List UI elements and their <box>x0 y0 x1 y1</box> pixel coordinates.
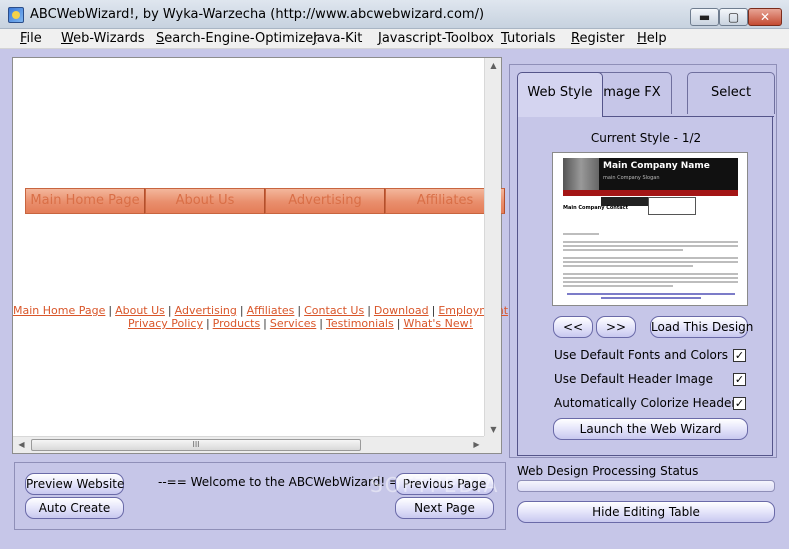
default-fonts-label: Use Default Fonts and Colors <box>554 348 729 362</box>
thumbnail-dropdown <box>648 197 696 215</box>
auto-create-button[interactable]: Auto Create <box>25 497 124 519</box>
thumbnail-photo <box>563 158 599 190</box>
preview-horizontal-scrollbar[interactable]: ◀ III ▶ <box>13 436 485 453</box>
colorize-header-label: Automatically Colorize Header <box>554 396 737 410</box>
hide-editing-table-button[interactable]: Hide Editing Table <box>517 501 775 523</box>
preview-link[interactable]: Contact Us <box>304 304 364 317</box>
next-style-button[interactable]: >> <box>596 316 636 338</box>
preview-link[interactable]: About Us <box>115 304 165 317</box>
previous-style-button[interactable]: << <box>553 316 593 338</box>
default-header-checkbox[interactable]: ✓ <box>733 373 746 386</box>
preview-link[interactable]: Testimonials <box>326 317 394 330</box>
menu-tutorials[interactable]: Tutorials <box>501 31 556 46</box>
horizontal-scroll-thumb[interactable]: III <box>31 439 361 451</box>
menu-web-wizards[interactable]: Web-Wizards <box>61 31 145 46</box>
previous-page-button[interactable]: Previous Page <box>395 473 494 495</box>
preview-nav-bar: Main Home Page About Us Advertising Affi… <box>25 188 505 214</box>
thumbnail-slogan: main Company Slogan <box>603 175 660 181</box>
menu-bar: File Web-Wizards Search-Engine-Optimizer… <box>0 29 789 49</box>
thumbnail-company-name: Main Company Name <box>603 161 710 171</box>
menu-java-kit[interactable]: Java-Kit <box>313 31 362 46</box>
preview-link[interactable]: Services <box>270 317 316 330</box>
preview-link[interactable]: Advertising <box>175 304 237 317</box>
preview-nav-advertising[interactable]: Advertising <box>265 188 385 214</box>
preview-vertical-scrollbar[interactable]: ▲ ▼ <box>484 58 501 437</box>
thumbnail-header: Main Company Name main Company Slogan <box>563 158 738 190</box>
thumbnail-body-text <box>563 233 738 289</box>
preview-nav-main-home[interactable]: Main Home Page <box>25 188 145 214</box>
default-header-label: Use Default Header Image <box>554 372 713 386</box>
preview-links-row-2: Privacy Policy | Products | Services | Testimo… <box>127 317 473 330</box>
preview-link[interactable]: Affiliates <box>247 304 295 317</box>
menu-search-engine-optimizer[interactable]: Search-Engine-Optimizer <box>156 31 319 46</box>
app-icon <box>8 7 24 23</box>
scroll-right-icon[interactable]: ▶ <box>468 440 485 449</box>
default-fonts-checkbox[interactable]: ✓ <box>733 349 746 362</box>
thumbnail-nav-bar <box>563 190 738 196</box>
preview-links-row-1: Main Home Page | About Us | Advertising | Affi… <box>13 304 515 317</box>
menu-javascript-toolbox[interactable]: Javascript-Toolbox <box>378 31 494 46</box>
title-bar: ABCWebWizard!, by Wyka-Warzecha (http://… <box>0 0 789 29</box>
web-style-tab-panel: Current Style - 1/2 Main Company Name ma… <box>517 116 774 456</box>
menu-register[interactable]: Register <box>571 31 625 46</box>
website-preview-pane[interactable]: Main Home Page About Us Advertising Affi… <box>12 57 515 454</box>
welcome-message: --== Welcome to the ABCWebWizard! ==-- <box>158 475 418 489</box>
colorize-header-checkbox[interactable]: ✓ <box>733 397 746 410</box>
next-page-button[interactable]: Next Page <box>395 497 494 519</box>
window-title: ABCWebWizard!, by Wyka-Warzecha (http://… <box>30 7 485 22</box>
preview-link[interactable]: Main Home Page <box>13 304 105 317</box>
preview-link[interactable]: Download <box>374 304 429 317</box>
menu-file[interactable]: File <box>20 31 42 46</box>
style-thumbnail: Main Company Name main Company Slogan Ma… <box>552 152 748 306</box>
preview-link[interactable]: Products <box>213 317 261 330</box>
menu-help[interactable]: Help <box>637 31 667 46</box>
maximize-button[interactable]: ▢ <box>719 8 748 26</box>
launch-web-wizard-button[interactable]: Launch the Web Wizard <box>553 418 748 440</box>
current-style-label: Current Style - 1/2 <box>590 131 702 145</box>
editing-panel: Image FX Select Object Current Style - 1… <box>509 64 777 458</box>
close-button[interactable]: ✕ <box>748 8 782 26</box>
thumbnail-contact: Main Company Contact <box>563 205 628 211</box>
scroll-up-icon[interactable]: ▲ <box>485 61 502 70</box>
load-design-button[interactable]: Load This Design <box>650 316 753 338</box>
scroll-down-icon[interactable]: ▼ <box>485 425 502 434</box>
scrollbar-corner <box>484 436 501 453</box>
preview-website-button[interactable]: Preview Website <box>25 473 124 495</box>
tab-web-style[interactable]: Web Style <box>517 72 603 117</box>
tab-select-object[interactable]: Select Object <box>687 72 775 140</box>
scroll-left-icon[interactable]: ◀ <box>13 440 30 449</box>
preview-link[interactable]: Privacy Policy <box>128 317 203 330</box>
preview-link[interactable]: What's New! <box>403 317 473 330</box>
processing-status-label: Web Design Processing Status <box>517 464 699 478</box>
processing-status-bar <box>517 480 775 492</box>
preview-nav-about-us[interactable]: About Us <box>145 188 265 214</box>
navigation-panel: Preview Website Auto Create --== Welcome… <box>14 462 506 530</box>
minimize-button[interactable]: ▬ <box>690 8 719 26</box>
